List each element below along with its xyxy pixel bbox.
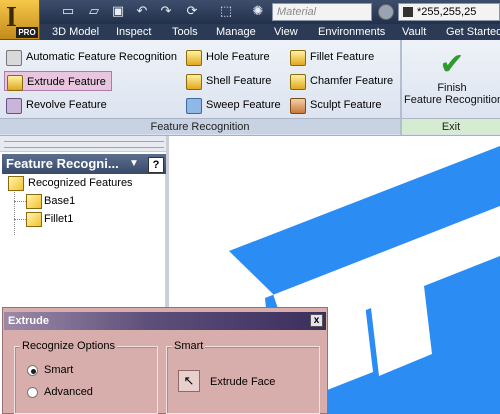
- open-icon[interactable]: ▱: [86, 4, 102, 20]
- tab-get-started[interactable]: Get Started: [446, 24, 500, 40]
- panel-grip[interactable]: [0, 136, 168, 152]
- chamfer-icon: [290, 74, 306, 90]
- shell-icon: [186, 74, 202, 90]
- color-dropdown[interactable]: *255,255,25: [398, 3, 500, 21]
- chevron-down-icon[interactable]: ▼: [129, 154, 139, 174]
- panel-title-exit: Exit: [402, 118, 500, 134]
- browser-title: Feature Recogni...: [6, 156, 119, 171]
- fillet-icon: [290, 50, 306, 66]
- tree-item-fillet1[interactable]: Fillet1: [24, 210, 164, 228]
- tree-label: Fillet1: [44, 213, 74, 225]
- color-swatch: [403, 7, 413, 17]
- group-label-smart: Smart: [172, 340, 206, 352]
- auto-recognition-icon: [6, 50, 22, 66]
- new-icon[interactable]: ▭: [60, 4, 76, 20]
- color-override-icon[interactable]: [378, 4, 394, 20]
- tree-item-recognized-features[interactable]: Recognized Features: [6, 174, 164, 192]
- tree-label: Recognized Features: [28, 177, 133, 189]
- sculpt-feature-button[interactable]: Sculpt Feature: [288, 95, 396, 115]
- group-label-recognize-options: Recognize Options: [20, 340, 117, 352]
- select-icon[interactable]: ⬚: [218, 4, 234, 20]
- hole-icon: [186, 50, 202, 66]
- browser-header[interactable]: Feature Recogni... ▼ ?: [2, 154, 166, 174]
- part-icon: [8, 176, 24, 191]
- finish-label-line2: Feature Recognition: [404, 94, 500, 106]
- finish-label-line1: Finish: [437, 82, 467, 94]
- tab-3d-model[interactable]: 3D Model: [52, 24, 99, 40]
- button-label: Extrude Feature: [27, 76, 106, 88]
- button-label: Sculpt Feature: [310, 99, 382, 111]
- tab-view[interactable]: View: [274, 24, 298, 40]
- pro-badge: PRO: [16, 27, 38, 38]
- hole-feature-button[interactable]: Hole Feature: [184, 47, 276, 67]
- sweep-feature-button[interactable]: Sweep Feature: [184, 95, 284, 115]
- button-label: Hole Feature: [206, 51, 270, 63]
- finish-feature-recognition-button[interactable]: ✔ Finish Feature Recognition: [404, 44, 500, 116]
- cursor-icon: ↖: [183, 373, 195, 388]
- panel-title-feature-recognition: Feature Recognition: [0, 118, 400, 134]
- tab-inspect[interactable]: Inspect: [116, 24, 151, 40]
- sculpt-icon: [290, 98, 306, 114]
- material-dropdown[interactable]: Material: [272, 3, 372, 21]
- extrude-face-select-button[interactable]: ↖: [178, 370, 200, 392]
- undo-icon[interactable]: ↶: [134, 4, 150, 20]
- dialog-title: Extrude: [4, 312, 326, 330]
- chamfer-feature-button[interactable]: Chamfer Feature: [288, 71, 400, 91]
- radio-label-advanced[interactable]: Advanced: [44, 386, 93, 399]
- material-placeholder: Material: [277, 6, 317, 18]
- button-label: Sweep Feature: [206, 99, 281, 111]
- revolve-feature-button[interactable]: Revolve Feature: [4, 95, 114, 115]
- button-label: Chamfer Feature: [310, 75, 394, 87]
- radio-smart[interactable]: [27, 365, 38, 376]
- application-menu-button[interactable]: I PRO: [0, 0, 40, 40]
- button-label: Fillet Feature: [310, 51, 375, 63]
- close-icon[interactable]: x: [310, 314, 323, 327]
- checkmark-icon: ✔: [439, 47, 465, 82]
- fillet-feature-button[interactable]: Fillet Feature: [288, 47, 396, 67]
- tab-vault[interactable]: Vault: [402, 24, 426, 40]
- appearance-icon[interactable]: ✺: [250, 4, 266, 20]
- tree-label: Base1: [44, 195, 76, 207]
- extrude-face-label: Extrude Face: [210, 376, 276, 388]
- save-icon[interactable]: ▣: [110, 4, 126, 20]
- button-label: Automatic Feature Recognition: [26, 51, 178, 63]
- help-button[interactable]: ?: [148, 157, 164, 173]
- update-icon[interactable]: ⟳: [184, 4, 200, 20]
- automatic-feature-recognition-button[interactable]: Automatic Feature Recognition: [4, 47, 180, 67]
- color-value: *255,255,25: [417, 6, 477, 18]
- feature-icon: [26, 194, 42, 209]
- recognize-options-group: [14, 346, 158, 414]
- revolve-icon: [6, 98, 22, 114]
- shell-feature-button[interactable]: Shell Feature: [184, 71, 276, 91]
- extrude-icon: [7, 75, 23, 91]
- tree-item-base1[interactable]: Base1: [24, 192, 164, 210]
- button-label: Shell Feature: [206, 75, 272, 87]
- tab-environments[interactable]: Environments: [318, 24, 385, 40]
- radio-advanced[interactable]: [27, 387, 38, 398]
- radio-label-smart[interactable]: Smart: [44, 364, 73, 377]
- tab-tools[interactable]: Tools: [172, 24, 198, 40]
- button-label: Revolve Feature: [26, 99, 107, 111]
- sweep-icon: [186, 98, 202, 114]
- tab-manage[interactable]: Manage: [216, 24, 256, 40]
- redo-icon[interactable]: ↷: [158, 4, 174, 20]
- feature-icon: [26, 212, 42, 227]
- extrude-feature-button[interactable]: Extrude Feature: [4, 71, 112, 91]
